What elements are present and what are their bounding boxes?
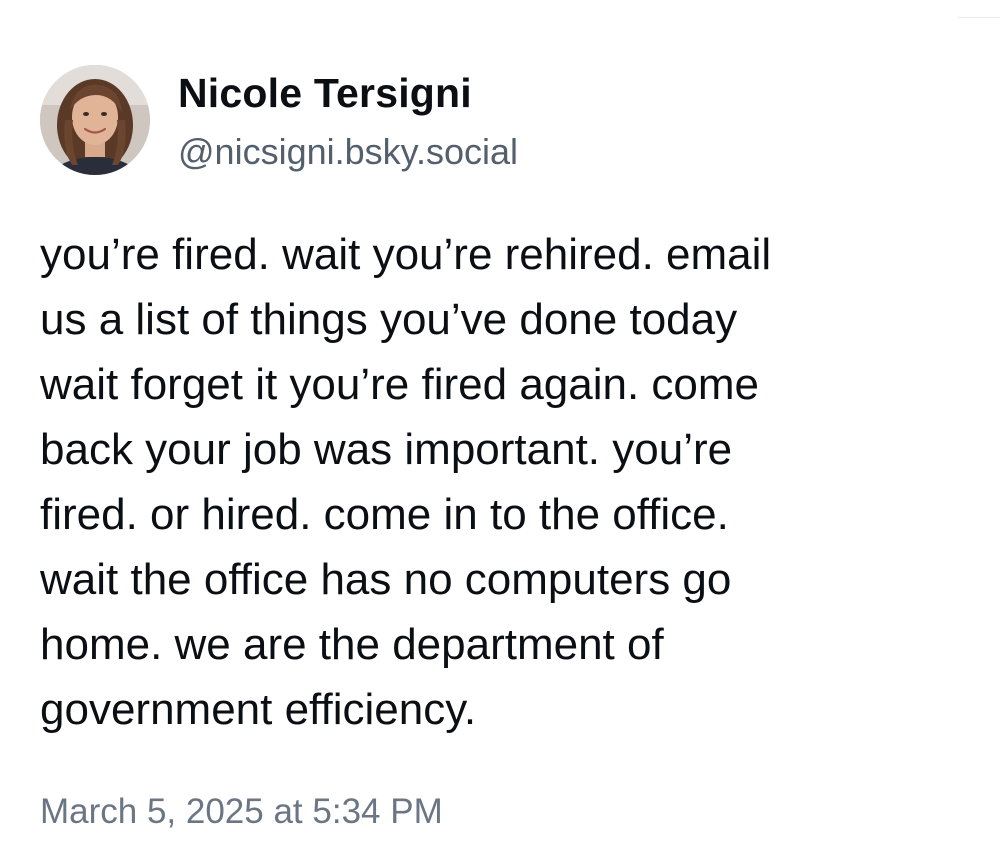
avatar[interactable] [40,65,150,175]
author-display-name[interactable]: Nicole Tersigni [178,68,472,118]
profile-photo-icon [40,65,150,175]
post-card: Nicole Tersigni @nicsigni.bsky.social yo… [0,0,1000,863]
author-handle[interactable]: @nicsigni.bsky.social [178,130,518,174]
post-timestamp[interactable]: March 5, 2025 at 5:34 PM [40,790,443,834]
post-text: you’re fired. wait you’re rehired. email… [40,230,772,734]
divider [958,17,1000,18]
